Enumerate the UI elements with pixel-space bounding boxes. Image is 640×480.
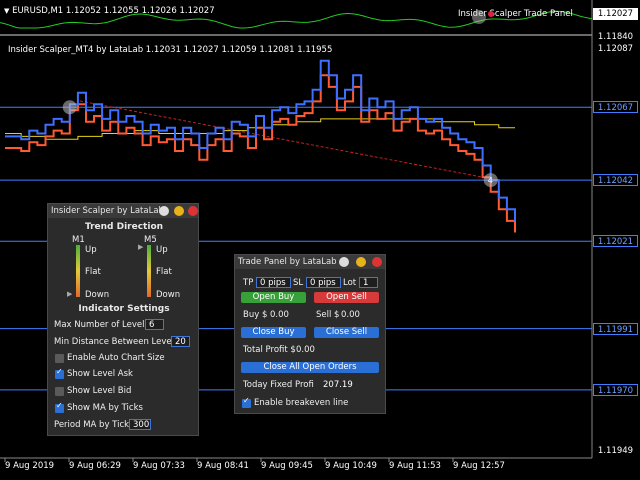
move-icon[interactable] — [339, 257, 349, 267]
time-label: 9 Aug 06:29 — [69, 461, 121, 471]
top-price-tag: 1.12027 — [593, 8, 638, 20]
time-label: 9 Aug 07:33 — [133, 461, 185, 471]
m1-label: M1 — [72, 235, 85, 245]
today-fixed-label: Today Fixed Profit $ — [243, 380, 326, 390]
show-ma-label: Show MA by Ticks — [67, 403, 143, 413]
buy-profit-value: 0.00 — [270, 310, 289, 320]
m1-pointer-icon: ▶ — [67, 290, 73, 298]
show-ask-checkbox[interactable] — [55, 367, 64, 379]
show-ask-label: Show Level Ask — [67, 369, 133, 379]
overlay-marker-icon — [472, 10, 486, 24]
minimize-icon[interactable] — [356, 257, 366, 267]
scalper-panel-titlebar[interactable]: Insider Scalper by LataLab — [48, 204, 198, 218]
m5-up: Up — [156, 245, 168, 255]
tp-label: TP — [243, 278, 254, 288]
show-ma-checkbox[interactable] — [55, 401, 64, 413]
ask-line — [5, 59, 516, 221]
minimize-icon[interactable] — [174, 206, 184, 216]
m5-down: Down — [156, 290, 181, 300]
price-label: 1.12087 — [597, 44, 634, 54]
m1-down: Down — [85, 290, 110, 300]
sell-profit-value: 0.00 — [341, 310, 360, 320]
indicator-settings-heading: Indicator Settings — [78, 304, 170, 314]
min-distance-input[interactable]: 20 — [171, 336, 190, 347]
collapse-triangle-icon[interactable]: ▼ — [4, 7, 9, 15]
m1-flat: Flat — [85, 267, 101, 277]
close-icon[interactable] — [372, 257, 382, 267]
min-distance-label: Min Distance Between Levels — [54, 337, 179, 347]
time-label: 9 Aug 11:53 — [389, 461, 441, 471]
open-buy-button[interactable]: Open Buy — [241, 292, 306, 303]
close-sell-button[interactable]: Close Sell — [314, 327, 379, 338]
top-scale-label: 1.11840 — [597, 32, 634, 42]
time-label: 9 Aug 08:41 — [197, 461, 249, 471]
max-levels-input[interactable]: 6 — [145, 319, 164, 330]
ma-line — [5, 118, 515, 140]
time-label: 9 Aug 09:45 — [261, 461, 313, 471]
red-dot-icon — [488, 11, 494, 17]
breakeven-label: Enable breakeven line — [254, 398, 349, 408]
trend-direction-heading: Trend Direction — [84, 222, 164, 232]
price-label: 1.11949 — [597, 446, 634, 456]
max-levels-label: Max Number of Levels — [54, 320, 149, 330]
lot-label: Lot — [343, 278, 357, 288]
m1-trend-gauge — [76, 245, 80, 297]
move-icon[interactable] — [159, 206, 169, 216]
period-ma-input[interactable]: 300 — [129, 419, 151, 430]
scalper-panel[interactable]: Insider Scalper by LataLab Trend Directi… — [47, 203, 199, 436]
m1-up: Up — [85, 245, 97, 255]
time-label: 9 Aug 12:57 — [453, 461, 505, 471]
lot-input[interactable]: 1 — [359, 277, 378, 288]
trade-marker-label: 4 — [488, 176, 493, 185]
sl-input[interactable]: 0 pips — [306, 277, 341, 288]
trade-panel-title: Trade Panel by LataLab — [238, 257, 337, 267]
tp-input[interactable]: 0 pips — [256, 277, 291, 288]
show-bid-label: Show Level Bid — [67, 386, 132, 396]
auto-size-checkbox[interactable] — [55, 354, 64, 363]
auto-size-label: Enable Auto Chart Size — [67, 353, 165, 363]
m5-trend-gauge — [147, 245, 151, 297]
trade-markers: 4 — [62, 100, 498, 188]
price-label: 1.11970 — [593, 383, 638, 396]
m5-pointer-icon: ▶ — [138, 243, 144, 251]
price-label: 1.12021 — [593, 235, 638, 248]
sell-profit-label: Sell $ — [316, 310, 340, 320]
show-bid-checkbox[interactable] — [55, 387, 64, 396]
m5-flat: Flat — [156, 267, 172, 277]
m5-label: M5 — [144, 235, 157, 245]
dashed-trend-line — [79, 100, 488, 179]
price-label: 1.12067 — [593, 101, 638, 114]
price-label: 1.11991 — [593, 322, 638, 335]
symbol-quote: EURUSD,M1 1.12052 1.12055 1.12026 1.1202… — [12, 6, 215, 16]
trade-panel[interactable]: Trade Panel by LataLab TP 0 pips SL 0 pi… — [234, 254, 386, 414]
scalper-panel-title: Insider Scalper by LataLab — [51, 206, 164, 216]
symbol-header: ▼ EURUSD,M1 1.12052 1.12055 1.12026 1.12… — [4, 6, 215, 16]
time-label: 9 Aug 2019 — [5, 461, 55, 471]
total-profit-value: 0.00 — [296, 345, 315, 355]
close-all-button[interactable]: Close All Open Orders — [241, 362, 379, 373]
price-label: 1.12042 — [593, 174, 638, 187]
period-ma-label: Period MA by Ticks — [54, 420, 134, 430]
breakeven-checkbox[interactable] — [242, 396, 251, 408]
trade-marker — [62, 100, 77, 115]
sl-label: SL — [293, 278, 304, 288]
today-fixed-value: 207.19 — [314, 379, 379, 390]
close-buy-button[interactable]: Close Buy — [241, 327, 306, 338]
trade-panel-titlebar[interactable]: Trade Panel by LataLab — [235, 255, 385, 269]
buy-profit-label: Buy $ — [243, 310, 268, 320]
indicator-title: Insider Scalper_MT4 by LataLab 1.12031 1… — [8, 45, 333, 55]
open-sell-button[interactable]: Open Sell — [314, 292, 379, 303]
close-icon[interactable] — [188, 206, 198, 216]
total-profit-label: Total Profit $ — [243, 345, 296, 355]
time-label: 9 Aug 10:49 — [325, 461, 377, 471]
